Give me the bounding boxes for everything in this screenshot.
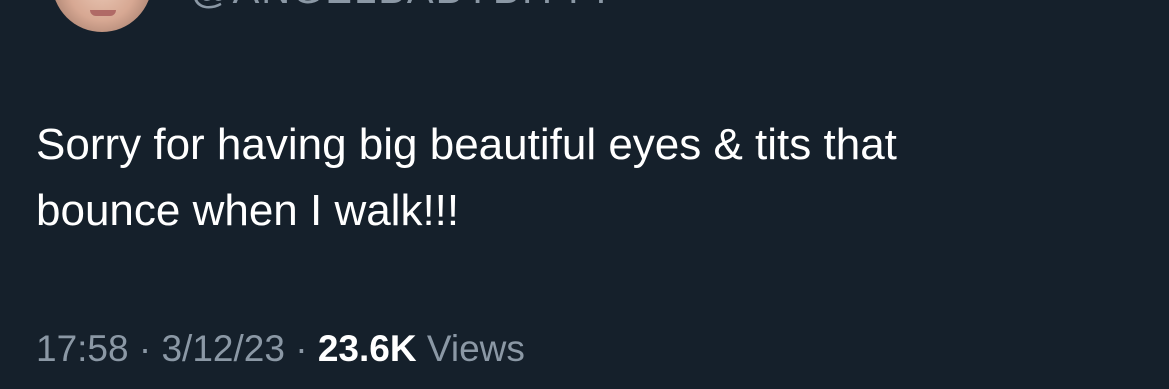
tweet-card: @ANGELBABYBITTY Sorry for having big bea…	[0, 0, 1169, 389]
author-handle[interactable]: @ANGELBABYBITTY	[190, 0, 616, 13]
tweet-meta: 17:58 · 3/12/23 · 23.6K Views	[36, 328, 525, 370]
avatar-mouth	[90, 10, 116, 16]
meta-separator: ·	[284, 328, 318, 369]
meta-separator: ·	[128, 328, 162, 369]
views-label[interactable]: Views	[417, 328, 525, 369]
tweet-date[interactable]: 3/12/23	[161, 328, 284, 369]
tweet-time[interactable]: 17:58	[36, 328, 129, 369]
views-count[interactable]: 23.6K	[318, 328, 417, 369]
tweet-text: Sorry for having big beautiful eyes & ti…	[36, 120, 897, 235]
avatar[interactable]	[52, 0, 152, 32]
